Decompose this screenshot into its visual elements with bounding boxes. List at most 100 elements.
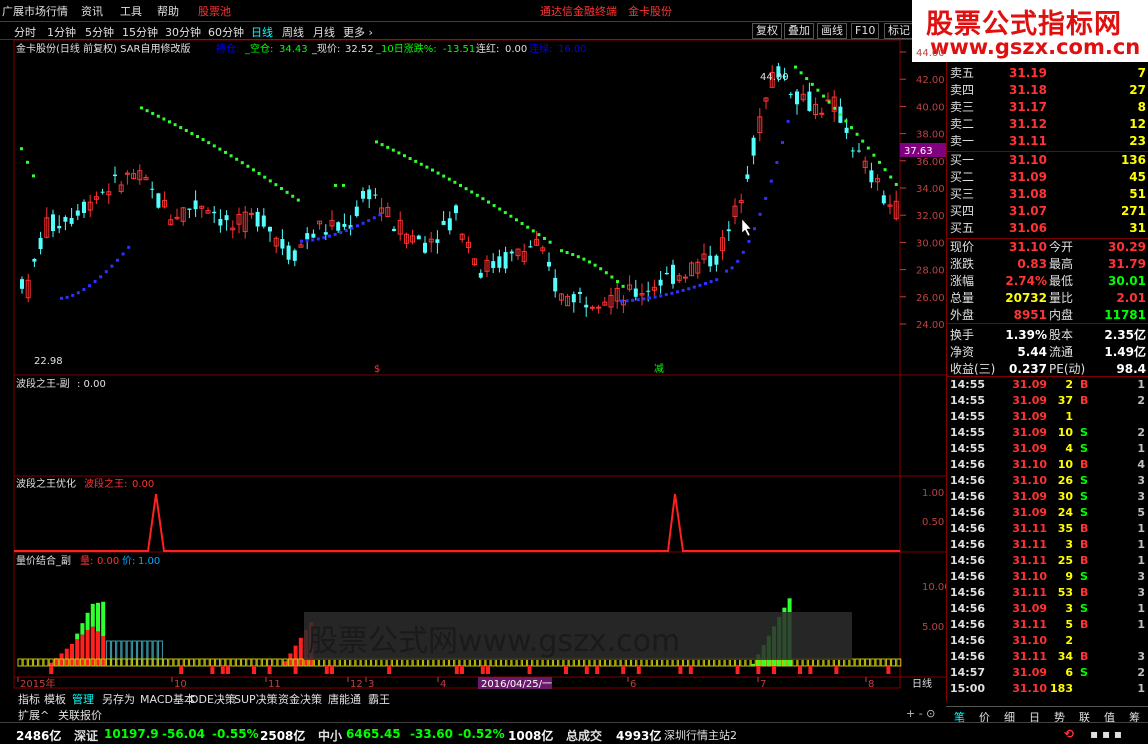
sar-dot bbox=[414, 159, 418, 163]
sar-dot bbox=[781, 141, 784, 145]
ind3-baseline-bar bbox=[235, 658, 241, 667]
menu-market[interactable]: 广展市场行情 bbox=[2, 3, 68, 19]
sar-dot bbox=[470, 190, 474, 194]
sar-dot bbox=[560, 249, 563, 253]
ind3-axis-2: 5.00 bbox=[922, 622, 944, 633]
tick-direction: B bbox=[1080, 538, 1089, 551]
indicator-tab[interactable]: DDE决策 bbox=[190, 691, 236, 707]
period-5min[interactable]: 5分钟 bbox=[85, 24, 114, 40]
ind3-baseline-bar bbox=[563, 658, 569, 667]
candle-body bbox=[844, 127, 849, 133]
indicator-tab[interactable]: 资金决策 bbox=[278, 691, 322, 707]
indicator-tab[interactable]: 指标 bbox=[18, 691, 40, 707]
period-weekly[interactable]: 周线 bbox=[282, 24, 304, 40]
period-monthly[interactable]: 月线 bbox=[313, 24, 335, 40]
candle-body bbox=[491, 261, 496, 268]
candle-body bbox=[441, 220, 446, 225]
tick-row: 14:56 31.11 53 B 3 bbox=[947, 585, 1148, 601]
ind3-baseline-bar bbox=[111, 658, 117, 667]
sar-dot bbox=[305, 239, 309, 243]
chart-area[interactable]: 44.00 42.00 40.00 38.00 36.00 34.00 32.00 30.00… bbox=[0, 40, 946, 690]
tick-row: 14:55 31.09 10 S 2 bbox=[947, 425, 1148, 441]
candle-body bbox=[528, 246, 533, 248]
period-1min[interactable]: 1分钟 bbox=[47, 24, 76, 40]
menu-tools[interactable]: 工具 bbox=[120, 3, 142, 19]
ind3-baseline-bar bbox=[27, 658, 33, 667]
ask-label: 卖二 bbox=[950, 117, 975, 131]
tool-fuquan-button[interactable]: 复权 bbox=[752, 23, 782, 39]
ind3-baseline-bar bbox=[885, 658, 891, 667]
tick-price: 31.09 bbox=[1012, 490, 1047, 503]
indicator-tab[interactable]: 管理 bbox=[72, 691, 94, 707]
status-icons[interactable]: ▪ ▪ ▪ bbox=[1090, 727, 1122, 741]
ind3-baseline-bar bbox=[693, 658, 699, 667]
indicator-tab[interactable]: MACD基本 bbox=[140, 691, 195, 707]
sar-dot bbox=[715, 278, 719, 282]
indicator-tab[interactable]: 唐能通 bbox=[328, 691, 361, 707]
current-price-tag: 37.63 bbox=[904, 146, 933, 157]
ind3-bar bbox=[105, 640, 111, 667]
ind3-neg-bar bbox=[49, 666, 54, 674]
sar-dot bbox=[246, 164, 250, 168]
tick-price: 31.11 bbox=[1012, 650, 1047, 663]
candle-body bbox=[57, 225, 62, 229]
tick-count: 2 bbox=[1137, 394, 1145, 407]
indicator-tab[interactable]: 霸王 bbox=[368, 691, 390, 707]
zoom-controls[interactable]: + - ⊙ bbox=[906, 707, 935, 720]
ind3-bar bbox=[90, 603, 95, 627]
candle-body bbox=[646, 290, 651, 292]
ind3-neg-bar bbox=[808, 666, 813, 674]
ind3-baseline-bar bbox=[495, 658, 501, 667]
sar-dot bbox=[604, 271, 608, 275]
sar-dot bbox=[833, 106, 837, 110]
indicator-tab[interactable]: 模板 bbox=[44, 691, 66, 707]
ind3-baseline-bar bbox=[230, 658, 236, 667]
tool-draw-button[interactable]: 画线 bbox=[817, 23, 847, 39]
menu-stock-pool[interactable]: 股票池 bbox=[198, 3, 231, 19]
ind3-neg-bar bbox=[330, 666, 334, 674]
menu-help[interactable]: 帮助 bbox=[157, 3, 179, 19]
ask-price: 31.17 bbox=[1009, 100, 1047, 114]
period-more[interactable]: 更多 › bbox=[343, 24, 373, 40]
menu-news[interactable]: 资讯 bbox=[81, 3, 103, 19]
sar-dot bbox=[291, 194, 295, 198]
ind3-bar bbox=[283, 661, 288, 666]
indicator-tab[interactable]: SUP决策 bbox=[234, 691, 278, 707]
ind3-baseline-bar bbox=[698, 658, 704, 667]
related-quote-button[interactable]: 关联报价 bbox=[58, 707, 102, 723]
sar-dot bbox=[736, 259, 740, 263]
ind3-baseline-bar bbox=[329, 658, 335, 667]
zx-pct: -0.52% bbox=[458, 727, 505, 741]
period-15min[interactable]: 15分钟 bbox=[122, 24, 158, 40]
period-daily[interactable]: 日线 bbox=[251, 24, 273, 40]
sar-dot bbox=[162, 117, 166, 121]
tick-direction: B bbox=[1080, 586, 1089, 599]
period-30min[interactable]: 30分钟 bbox=[165, 24, 201, 40]
tool-overlay-button[interactable]: 叠加 bbox=[784, 23, 814, 39]
ind3-baseline-bar bbox=[38, 658, 44, 667]
sar-dot bbox=[408, 157, 412, 161]
tool-f10-button[interactable]: F10 bbox=[851, 23, 880, 39]
sar-dot bbox=[196, 135, 199, 139]
sar-dot bbox=[110, 264, 114, 268]
mouse-cursor-icon bbox=[741, 218, 752, 237]
sar-dot bbox=[810, 82, 814, 86]
tick-row: 14:56 31.09 24 S 5 bbox=[947, 505, 1148, 521]
tick-count: 3 bbox=[1137, 570, 1145, 583]
tool-mark-button[interactable]: 标记 bbox=[884, 23, 914, 39]
period-60min[interactable]: 60分钟 bbox=[208, 24, 244, 40]
zx-label[interactable]: 中小 bbox=[318, 727, 342, 744]
ind3-bar bbox=[101, 601, 106, 637]
candle-body bbox=[336, 222, 341, 231]
period-fenshi[interactable]: 分时 bbox=[14, 24, 36, 40]
tick-count: 1 bbox=[1137, 442, 1145, 455]
indicator-tab[interactable]: 另存为 bbox=[102, 691, 135, 707]
app-title: 通达信金融终端 bbox=[540, 5, 617, 18]
refresh-icon[interactable]: ⟲ bbox=[1064, 727, 1074, 741]
candle-body bbox=[354, 206, 359, 217]
ask-price: 31.19 bbox=[1009, 66, 1047, 80]
ind3-baseline-bar bbox=[844, 658, 850, 667]
sz-label[interactable]: 深证 bbox=[74, 727, 98, 744]
expand-button[interactable]: 扩展^ bbox=[18, 707, 49, 723]
tick-price: 31.09 bbox=[1012, 666, 1047, 679]
